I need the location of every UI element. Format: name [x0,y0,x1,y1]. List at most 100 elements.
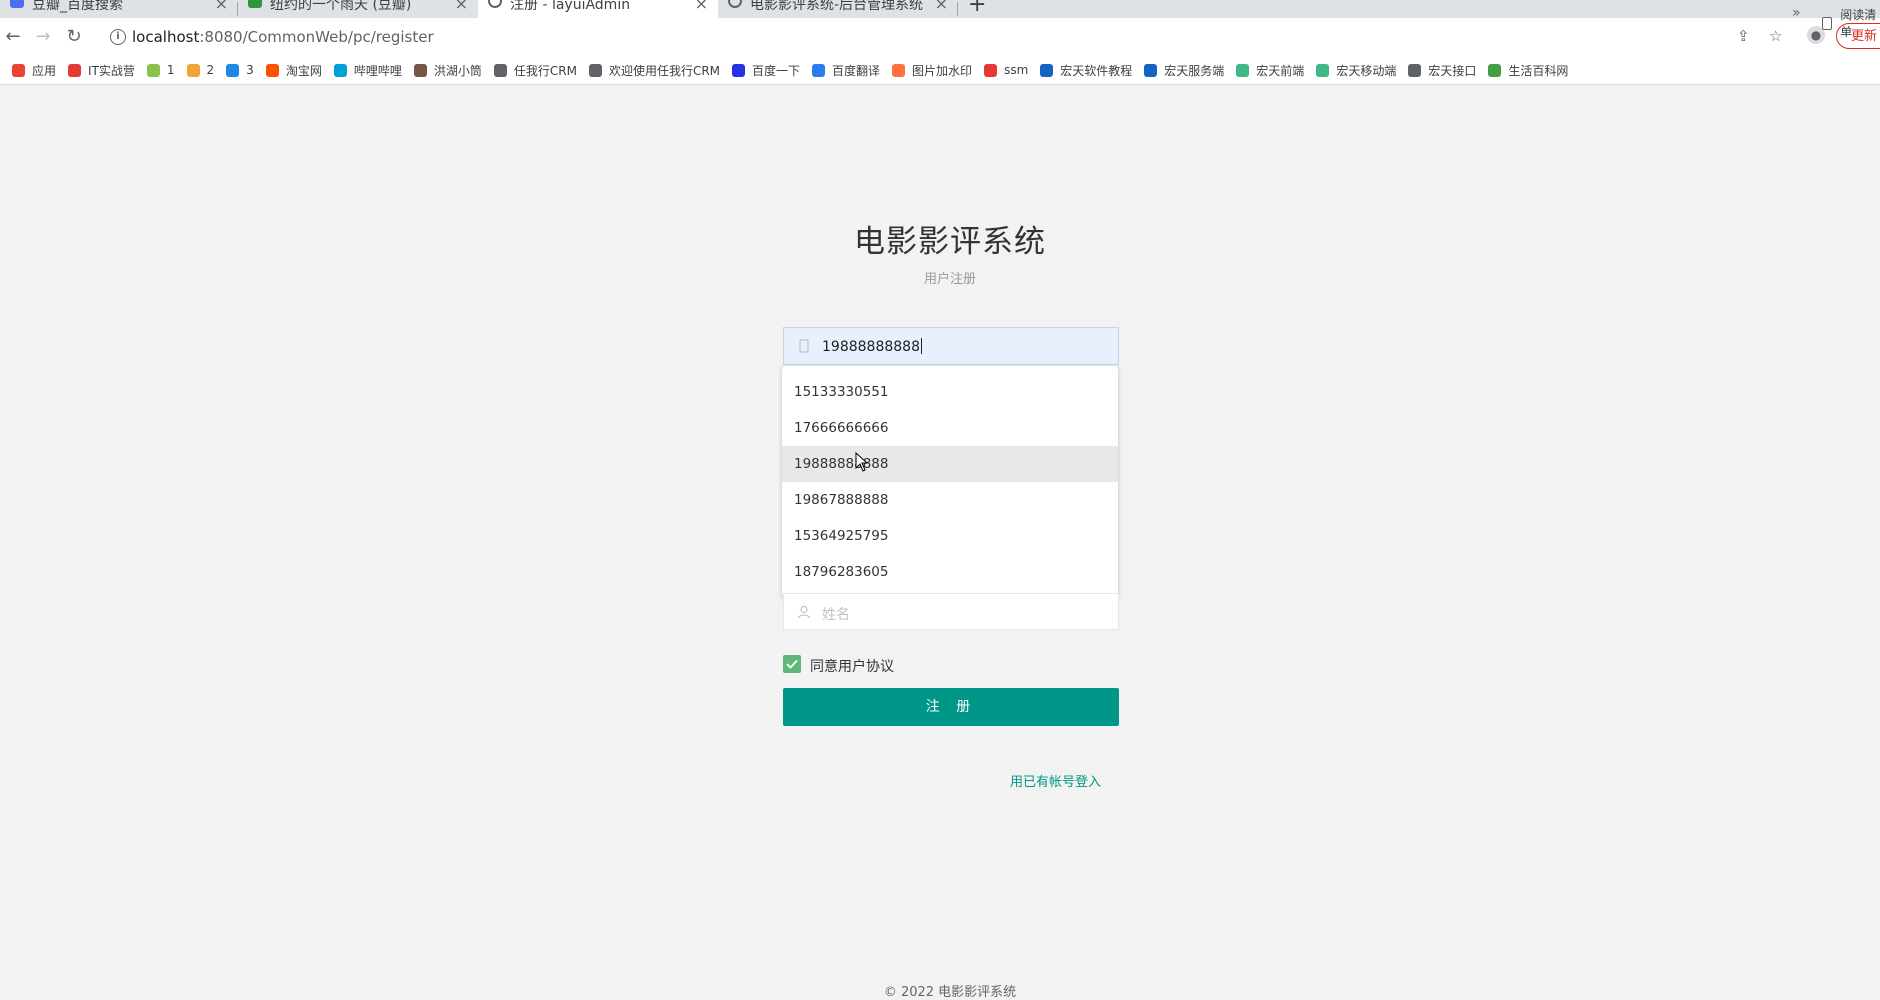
bookmark-item[interactable]: 洪湖小筒 [413,62,482,79]
bookmark-item[interactable]: 宏天接口 [1408,62,1476,79]
tab-label: 注册 - layuiAdmin [510,0,631,13]
bookmark-item[interactable]: 任我行CRM [493,62,577,79]
bookmark-item[interactable]: 应用 [12,62,56,79]
bookmark-item[interactable]: 宏天软件教程 [1040,62,1132,79]
tab-baidu[interactable]: 豆瓣_百度搜索 × [0,0,238,18]
h-icon [1040,63,1054,77]
bookmark-item[interactable]: 宏天服务端 [1144,62,1224,79]
autocomplete-dropdown: 15133330551 17666666666 19888888888 1986… [782,366,1118,598]
bookmark-label: IT实战营 [88,63,135,78]
globe-icon [588,63,602,77]
bookmark-item[interactable]: 百度一下 [732,62,800,79]
globe-icon [728,0,742,8]
name-input-placeholder: 姓名 [822,607,850,623]
globe-icon [1408,63,1422,77]
bookmark-item[interactable]: 宏天移动端 [1316,62,1396,79]
bookmark-label: 百度一下 [752,63,801,78]
autocomplete-option[interactable]: 15364925795 [782,518,1118,554]
bookmark-label: 宏天服务端 [1164,63,1225,78]
forward-arrow-icon[interactable]: → [32,26,54,48]
bookmark-label: 2 [206,63,215,77]
bookmark-item[interactable]: 欢迎使用任我行CRM [588,62,721,79]
info-icon[interactable]: i [110,29,126,45]
bookmark-item[interactable]: 生活百科网 [1488,62,1568,79]
checkmark-icon [786,659,798,669]
autocomplete-option[interactable]: 15133330551 [782,374,1118,410]
bookmark-item[interactable]: 图片加水印 [892,62,972,79]
bookmark-item[interactable]: 2 [186,63,215,77]
vue-icon [1236,63,1250,77]
douban-icon [248,0,262,8]
register-button[interactable]: 注 册 [783,688,1119,726]
autocomplete-option[interactable]: 19867888888 [782,482,1118,518]
bookmarks-bar: 应用 IT实战营 1 2 3 淘宝网 哔哩哔哩 洪湖小筒 任我行CRM 欢迎使用任我行CRM 百度一… [0,56,1880,85]
footer-copyright: © 2022 电影影评系统 [883,985,1017,1000]
tab-douban[interactable]: 纽约的一个雨天 (豆瓣) × [238,0,478,18]
tab-label: 豆瓣_百度搜索 [32,0,123,13]
text-caret [920,338,922,354]
address-bar[interactable]: i localhost:8080/CommonWeb/pc/register [98,22,1788,52]
h-icon [1144,63,1158,77]
tab-register[interactable]: 注册 - layuiAdmin × [478,0,718,18]
url-text[interactable]: localhost:8080/CommonWeb/pc/register [132,28,434,46]
login-link[interactable]: 用已有帐号登入 [1010,771,1101,790]
vue-icon [1316,63,1330,77]
reading-list-icon [1822,16,1833,30]
close-icon[interactable]: × [935,0,948,13]
back-arrow-icon[interactable]: ← [2,26,24,48]
phone-input-value: 19888888888 [822,339,920,355]
bookmark-label: 哔哩哔哩 [353,63,402,78]
tab-admin[interactable]: 电影影评系统-后台管理系统 × [718,0,958,18]
bookmark-label: 淘宝网 [285,63,322,78]
autocomplete-option[interactable]: 18796283605 [782,554,1118,590]
bookmark-label: 1 [166,63,175,77]
share-icon[interactable]: ⇪ [1737,27,1750,45]
taobao-icon [265,63,279,77]
bookmark-label: 任我行CRM [513,63,577,78]
more-bookmarks-icon[interactable]: » [1792,5,1801,21]
autocomplete-option[interactable]: 19888888888 [782,446,1118,482]
agree-label: 同意用户协议 [810,659,894,675]
fish-icon [226,63,240,77]
bookmark-item[interactable]: 哔哩哔哩 [333,62,402,79]
bookmark-label: 生活百科网 [1508,63,1569,78]
it-icon [68,63,82,77]
reload-icon[interactable]: ↻ [63,26,85,48]
new-tab-button[interactable]: + [968,0,986,17]
tab-label: 电影影评系统-后台管理系统 [750,0,924,13]
bookmark-label: 宏天移动端 [1336,63,1397,78]
name-input[interactable]: 姓名 [783,593,1119,630]
page-subtitle: 用户注册 [923,272,976,287]
close-icon[interactable]: × [455,0,468,13]
bookmark-label: 图片加水印 [912,63,973,78]
url-path: :8080/CommonWeb/pc/register [199,28,434,46]
bookmark-label: ssm [1004,63,1029,77]
bookmark-label: 洪湖小筒 [433,63,482,78]
tab-label: 纽约的一个雨天 (豆瓣) [270,0,412,13]
close-icon[interactable]: × [695,0,708,13]
bookmark-item[interactable]: IT实战营 [68,62,135,79]
bookmark-label: 欢迎使用任我行CRM [608,63,721,78]
tab-strip: 豆瓣_百度搜索 × 纽约的一个雨天 (豆瓣) × 注册 - layuiAdmin… [0,0,1880,18]
bookmark-item[interactable]: 淘宝网 [265,62,322,79]
bookmark-label: 3 [246,63,254,77]
image-icon [892,63,906,77]
phone-input[interactable]: 19888888888 [783,327,1119,365]
bookmark-item[interactable]: 3 [226,63,254,77]
close-icon[interactable]: × [215,0,228,13]
globe-icon [493,63,507,77]
globe-icon [488,0,502,8]
bookmark-label: 宏天软件教程 [1060,63,1133,78]
bookmark-item[interactable]: 宏天前端 [1236,62,1304,79]
star-icon[interactable]: ☆ [1769,27,1782,45]
agree-checkbox[interactable] [783,655,801,673]
baidu-icon [10,0,24,8]
reading-list[interactable]: 阅读清单 [1822,6,1880,40]
url-host: localhost [132,28,200,46]
autocomplete-option[interactable]: 17666666666 [782,410,1118,446]
bookmark-item[interactable]: 百度翻译 [812,62,880,79]
bookmark-item[interactable]: ssm [984,63,1028,77]
bookmark-item[interactable]: 1 [146,63,175,77]
bookmark-label: 宏天接口 [1428,63,1477,78]
cellphone-icon [799,339,809,353]
